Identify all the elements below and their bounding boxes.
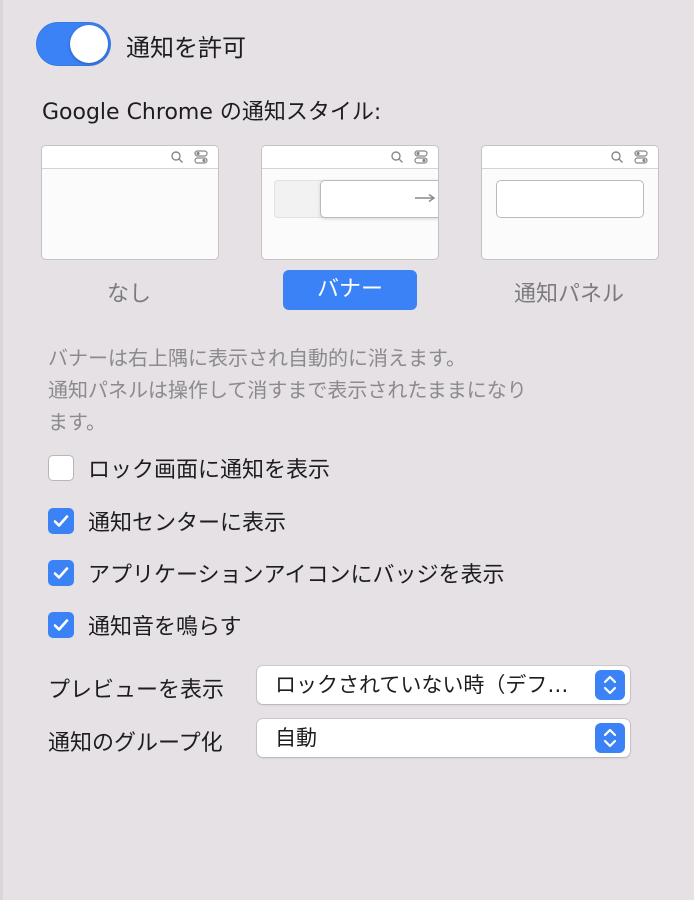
select-value: ロックされていない時（デフ… xyxy=(275,673,569,697)
style-option-none[interactable]: なし xyxy=(41,276,217,308)
up-down-chevron-icon xyxy=(595,723,625,753)
toggle-knob xyxy=(70,25,108,63)
switches-icon xyxy=(414,150,428,164)
notification-center-checkbox-row[interactable]: 通知センターに表示 xyxy=(48,506,286,536)
search-icon xyxy=(391,151,403,163)
grouping-select[interactable]: 自動 xyxy=(257,719,630,757)
search-icon xyxy=(171,151,183,163)
style-description: バナーは右上隅に表示され自動的に消えます。 通知パネルは操作して消すまで表示され… xyxy=(48,342,648,438)
preview-toolbar xyxy=(482,146,658,169)
description-line: バナーは右上隅に表示され自動的に消えます。 xyxy=(48,346,466,370)
play-sound-checkbox[interactable] xyxy=(48,612,74,638)
preview-toolbar xyxy=(262,146,438,169)
style-option-panel[interactable]: 通知パネル xyxy=(481,276,657,308)
badge-app-icon-checkbox[interactable] xyxy=(48,560,74,586)
checkmark-icon xyxy=(53,515,69,527)
description-line: ます。 xyxy=(48,410,106,434)
allow-notifications-toggle[interactable] xyxy=(36,22,111,66)
lock-screen-checkbox-row[interactable]: ロック画面に通知を表示 xyxy=(48,453,330,483)
notification-center-checkbox[interactable] xyxy=(48,508,74,534)
checkbox-label: ロック画面に通知を表示 xyxy=(88,458,331,483)
checkmark-icon xyxy=(53,619,69,631)
show-previews-label: プレビューを表示 xyxy=(48,678,225,703)
style-preview-panel[interactable] xyxy=(481,145,659,260)
up-down-chevron-icon xyxy=(595,670,625,700)
switches-icon xyxy=(194,150,208,164)
checkmark-icon xyxy=(53,567,69,579)
style-preview-none[interactable] xyxy=(41,145,219,260)
select-value: 自動 xyxy=(275,726,317,750)
checkbox-label: アプリケーションアイコンにバッジを表示 xyxy=(88,563,505,588)
sound-checkbox-row[interactable]: 通知音を鳴らす xyxy=(48,610,242,640)
style-option-banner[interactable]: バナー xyxy=(283,270,417,310)
switches-icon xyxy=(634,150,648,164)
checkbox-label: 通知センターに表示 xyxy=(88,511,287,536)
notification-style-title: Google Chrome の通知スタイル: xyxy=(42,100,382,125)
description-line: 通知パネルは操作して消すまで表示されたままになり xyxy=(48,378,527,402)
right-arrow-icon xyxy=(415,193,436,203)
lock-screen-checkbox[interactable] xyxy=(48,455,74,481)
allow-notifications-label: 通知を許可 xyxy=(126,34,246,62)
search-icon xyxy=(611,151,623,163)
panel-sample xyxy=(496,180,644,218)
style-preview-banner[interactable] xyxy=(261,145,439,260)
badge-checkbox-row[interactable]: アプリケーションアイコンにバッジを表示 xyxy=(48,558,504,588)
checkbox-label: 通知音を鳴らす xyxy=(88,615,242,640)
grouping-label: 通知のグループ化 xyxy=(48,731,223,756)
show-previews-select[interactable]: ロックされていない時（デフ… xyxy=(257,666,630,704)
panel-border xyxy=(0,0,3,900)
banner-sample xyxy=(320,180,438,218)
preview-toolbar xyxy=(42,146,218,169)
